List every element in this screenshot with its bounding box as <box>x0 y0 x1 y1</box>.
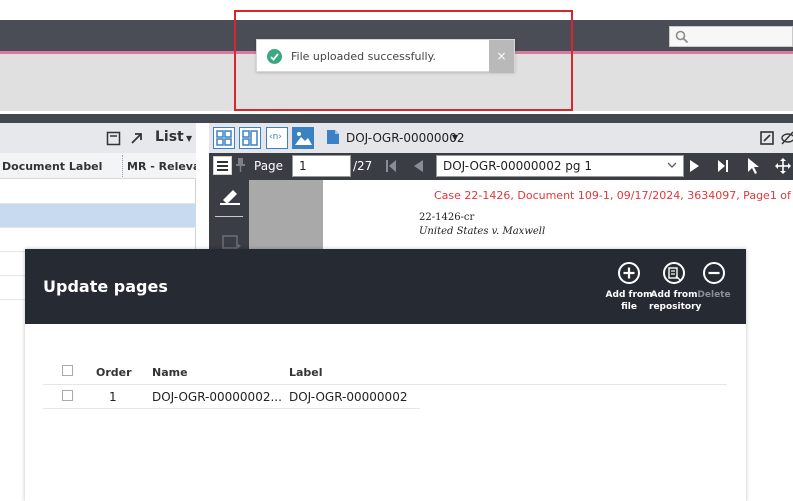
column-order[interactable]: Order <box>96 366 132 379</box>
list-row[interactable] <box>0 179 196 204</box>
delete-label: Delete <box>697 290 731 300</box>
page-select-dropdown[interactable]: DOJ-OGR-00000002 pg 1 <box>436 155 684 177</box>
grid-view-button[interactable] <box>213 127 235 149</box>
thumbnail-view-button[interactable] <box>239 127 261 149</box>
viewer-toolbar: ‹n› DOJ-OGR-00000002 ▼ <box>209 123 793 153</box>
hamburger-icon-line <box>217 165 228 167</box>
dialog-header: Update pages Add from file Add from repo… <box>25 249 746 324</box>
repository-icon <box>663 262 685 284</box>
hide-icon[interactable] <box>781 131 793 145</box>
update-pages-dialog: Update pages Add from file Add from repo… <box>25 249 746 501</box>
select-all-checkbox[interactable] <box>62 365 73 376</box>
chevron-down-icon[interactable]: ▼ <box>186 134 192 143</box>
text-view-button[interactable]: ‹n› <box>266 127 288 149</box>
minus-circle-icon <box>703 262 725 284</box>
redaction-box-icon[interactable] <box>221 234 241 250</box>
list-row-selected[interactable] <box>0 204 196 228</box>
row-checkbox[interactable] <box>62 390 73 401</box>
chevron-down-icon[interactable]: ▼ <box>452 133 458 142</box>
next-page-icon[interactable] <box>689 159 701 173</box>
annotation-tool-panel <box>209 180 249 250</box>
add-from-file-label: Add from file <box>605 289 653 313</box>
column-label[interactable]: Label <box>289 366 323 379</box>
court-filing-stamp: Case 22-1426, Document 109-1, 09/17/2024… <box>434 189 793 202</box>
plus-circle-icon <box>618 262 640 284</box>
select-pointer-icon[interactable] <box>747 157 759 175</box>
last-page-icon[interactable] <box>717 159 729 173</box>
add-from-repository-label: Add from repository <box>649 289 702 313</box>
chevron-down-icon <box>667 162 677 168</box>
pin-icon[interactable] <box>236 158 245 172</box>
highlight-outline <box>234 10 573 111</box>
expand-arrow-icon[interactable] <box>129 131 144 146</box>
workspace-top-band <box>0 114 793 123</box>
page-label: Page <box>254 159 284 173</box>
document-icon <box>327 130 339 144</box>
add-from-repository-label-line1: Add from <box>650 290 698 300</box>
image-icon <box>295 132 312 145</box>
search-icon <box>675 30 689 44</box>
pan-icon[interactable] <box>775 158 791 174</box>
image-view-button[interactable] <box>292 127 314 149</box>
page-number-input[interactable]: 1 <box>292 155 351 177</box>
document-title[interactable]: DOJ-OGR-00000002 <box>346 131 464 145</box>
table-row[interactable]: 1 DOJ-OGR-00000002... DOJ-OGR-00000002 <box>43 385 420 409</box>
list-view-selector[interactable]: List <box>155 129 184 145</box>
list-toolbar: List ▼ <box>0 123 196 153</box>
highlighter-icon[interactable] <box>219 186 241 206</box>
page-margin <box>249 180 323 250</box>
annotation-icon[interactable] <box>760 131 774 145</box>
add-from-repository-label-line2: repository <box>649 302 702 312</box>
column-name[interactable]: Name <box>152 366 188 379</box>
thumbnail-icon <box>242 130 258 146</box>
column-resize-handle[interactable] <box>122 155 123 177</box>
column-document-label[interactable]: Document Label <box>2 160 102 173</box>
list-column-header: Document Label MR - Relevan <box>0 153 196 179</box>
pages-table-header: Order Name Label <box>43 357 727 385</box>
page-select-value: DOJ-OGR-00000002 pg 1 <box>443 159 592 173</box>
row-label: DOJ-OGR-00000002 <box>289 390 408 404</box>
hamburger-icon-line <box>217 169 228 171</box>
grid-icon <box>216 130 232 146</box>
add-from-file-label-line1: Add from <box>605 290 653 300</box>
case-number: 22-1426-cr <box>419 212 475 223</box>
global-search-input[interactable] <box>669 26 793 47</box>
page-total: /27 <box>353 159 373 173</box>
app-window: List ▼ Document Label MR - Relevan <box>0 0 793 501</box>
first-page-icon[interactable] <box>385 159 397 173</box>
minimize-icon[interactable] <box>106 131 121 146</box>
menu-button[interactable] <box>213 156 232 175</box>
column-mr-relevance[interactable]: MR - Relevan <box>127 160 196 173</box>
row-order: 1 <box>109 390 117 404</box>
page-navigation-bar: Page 1 /27 DOJ-OGR-00000002 pg 1 <box>209 153 793 180</box>
dialog-title: Update pages <box>43 277 168 296</box>
row-name: DOJ-OGR-00000002... <box>152 390 282 404</box>
case-title: United States v. Maxwell <box>419 226 546 237</box>
previous-page-icon[interactable] <box>412 159 424 173</box>
hamburger-icon <box>217 161 228 163</box>
text-search-icon: ‹n› <box>269 132 282 142</box>
tool-divider <box>215 216 243 217</box>
add-from-file-label-line2: file <box>621 302 637 312</box>
